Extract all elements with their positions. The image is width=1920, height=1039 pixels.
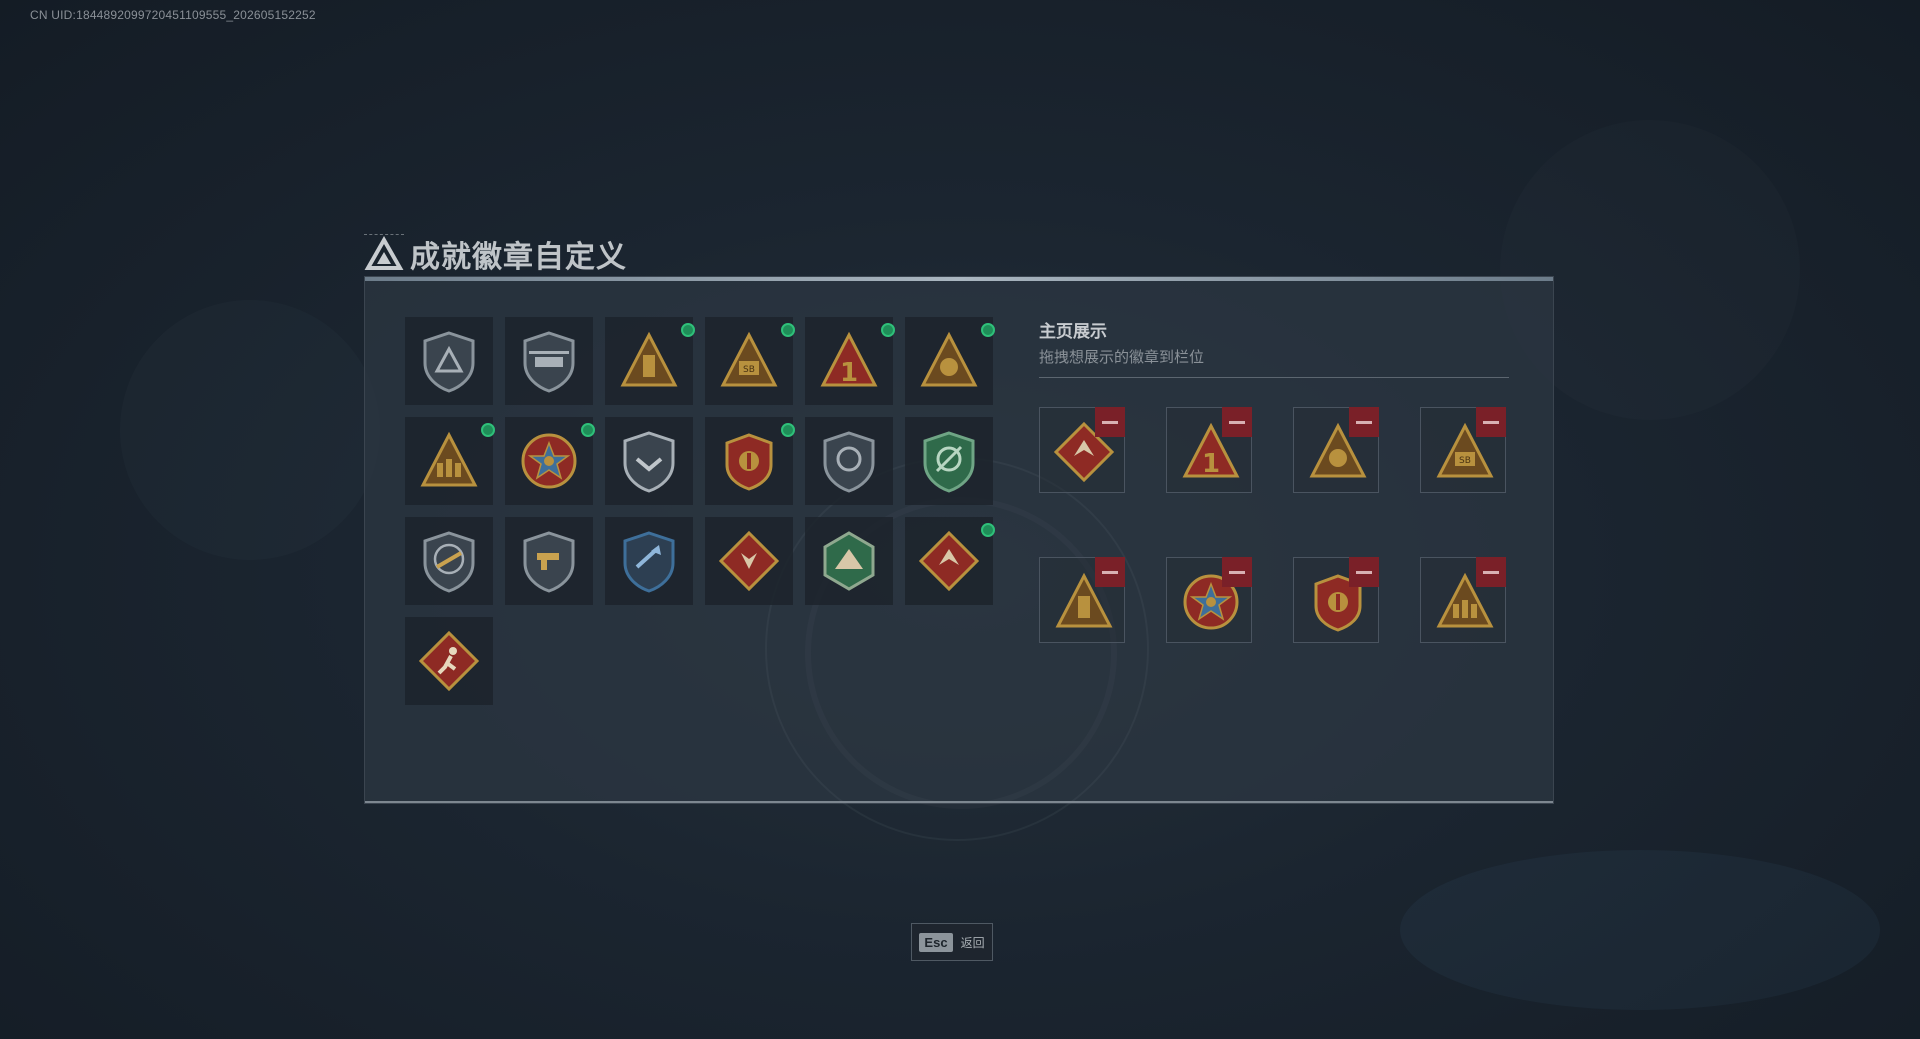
showcase-subtitle: 拖拽想展示的徽章到栏位	[1039, 349, 1205, 366]
badge-cell[interactable]	[405, 317, 493, 405]
minus-icon	[1483, 570, 1499, 574]
badge-cell[interactable]	[905, 517, 995, 605]
remove-badge-button[interactable]	[1095, 557, 1125, 587]
badge-cell[interactable]	[505, 317, 593, 405]
svg-text:SB: SB	[1459, 456, 1471, 466]
minus-icon	[1483, 420, 1499, 424]
badge-cell[interactable]	[905, 417, 993, 505]
showcase-slot[interactable]	[1293, 557, 1379, 643]
shield-triangle-badge-icon	[423, 331, 475, 393]
svg-text:1: 1	[840, 358, 858, 388]
badge-cell[interactable]	[805, 517, 893, 605]
badge-cell[interactable]: 1	[805, 317, 895, 405]
game-logo-icon	[364, 234, 404, 274]
background-decoration	[120, 300, 380, 560]
back-button[interactable]: Esc 返回	[911, 923, 993, 961]
showcase-slots: 1 SB	[1039, 407, 1506, 643]
minus-icon	[1229, 570, 1245, 574]
showcase-slot[interactable]	[1166, 557, 1252, 643]
badge-cell[interactable]	[405, 417, 495, 505]
minus-icon	[1102, 420, 1118, 424]
soldiers-triangle-badge-icon	[420, 431, 478, 487]
page-title: 成就徽章自定义	[410, 241, 627, 274]
wolf-diamond-badge-icon	[719, 530, 779, 592]
star-wreath-badge-icon	[521, 433, 577, 489]
remove-badge-button[interactable]	[1349, 557, 1379, 587]
esc-key-icon: Esc	[919, 932, 953, 952]
minus-icon	[1229, 420, 1245, 424]
remove-badge-button[interactable]	[1476, 557, 1506, 587]
panel-top-border	[365, 277, 1553, 281]
tower-triangle-badge-icon	[620, 331, 678, 387]
remove-badge-button[interactable]	[1222, 407, 1252, 437]
background-decoration	[1400, 850, 1880, 1010]
showcase-slot[interactable]	[1039, 557, 1125, 643]
dragon-hexagon-badge-icon	[823, 531, 875, 591]
remove-badge-button[interactable]	[1349, 407, 1379, 437]
eagle-crest-badge-icon	[725, 433, 773, 491]
sb-triangle-badge-icon: SB	[720, 331, 778, 387]
gun-shield-badge-icon	[523, 531, 575, 593]
badge-cell[interactable]	[905, 317, 995, 405]
panel-bottom-border	[365, 801, 1553, 803]
lion-shield-badge-icon	[823, 431, 875, 493]
badge-cell[interactable]	[605, 517, 693, 605]
back-label: 返回	[960, 935, 985, 950]
homepage-showcase: 主页展示 拖拽想展示的徽章到栏位	[1039, 317, 1509, 378]
badge-cell[interactable]	[505, 517, 593, 605]
remove-badge-button[interactable]	[1476, 407, 1506, 437]
new-indicator-dot	[981, 323, 995, 337]
remove-badge-button[interactable]	[1222, 557, 1252, 587]
badge-cell[interactable]	[705, 417, 795, 505]
minus-icon	[1356, 570, 1372, 574]
badge-customize-panel: SB 1 主页展示 拖拽想展示的徽章到栏位 1 SB	[364, 276, 1554, 841]
new-indicator-dot	[681, 323, 695, 337]
showcase-slot[interactable]: SB	[1420, 407, 1506, 493]
showcase-slot[interactable]	[1420, 557, 1506, 643]
showcase-slot[interactable]: 1	[1166, 407, 1252, 493]
showcase-divider	[1039, 377, 1509, 378]
badge-cell[interactable]	[705, 517, 793, 605]
dragon-diamond-badge-icon	[919, 530, 979, 592]
showcase-title: 主页展示	[1039, 322, 1107, 341]
badge-cell[interactable]	[405, 517, 493, 605]
uid-label: CN UID:1844892099720451109555_2026051522…	[30, 8, 316, 22]
minus-icon	[1356, 420, 1372, 424]
badge-cell[interactable]: SB	[705, 317, 795, 405]
badge-collection-grid: SB 1	[405, 317, 995, 705]
new-indicator-dot	[781, 323, 795, 337]
showcase-slot[interactable]	[1039, 407, 1125, 493]
rifle-shield-badge-icon	[423, 531, 475, 593]
chevron-shield-badge-icon	[623, 431, 675, 493]
showcase-slot[interactable]	[1293, 407, 1379, 493]
new-indicator-dot	[481, 423, 495, 437]
badge-cell[interactable]	[505, 417, 595, 505]
runner-diamond-badge-icon	[419, 630, 479, 692]
number-one-triangle-badge-icon: 1	[820, 331, 878, 388]
badge-cell[interactable]	[805, 417, 893, 505]
new-indicator-dot	[581, 423, 595, 437]
lion-triangle-badge-icon	[920, 331, 978, 387]
green-target-shield-badge-icon	[923, 431, 975, 493]
minus-icon	[1102, 570, 1118, 574]
badge-cell[interactable]	[405, 617, 493, 705]
new-indicator-dot	[881, 323, 895, 337]
page-header: 成就徽章自定义	[364, 228, 627, 280]
remove-badge-button[interactable]	[1095, 407, 1125, 437]
helicopter-shield-badge-icon	[523, 331, 575, 393]
svg-text:SB: SB	[743, 365, 755, 375]
svg-text:1: 1	[1202, 449, 1220, 479]
badge-cell[interactable]	[605, 317, 695, 405]
new-indicator-dot	[781, 423, 795, 437]
new-indicator-dot	[981, 523, 995, 537]
badge-cell[interactable]	[605, 417, 693, 505]
blue-arrow-shield-badge-icon	[623, 531, 675, 593]
